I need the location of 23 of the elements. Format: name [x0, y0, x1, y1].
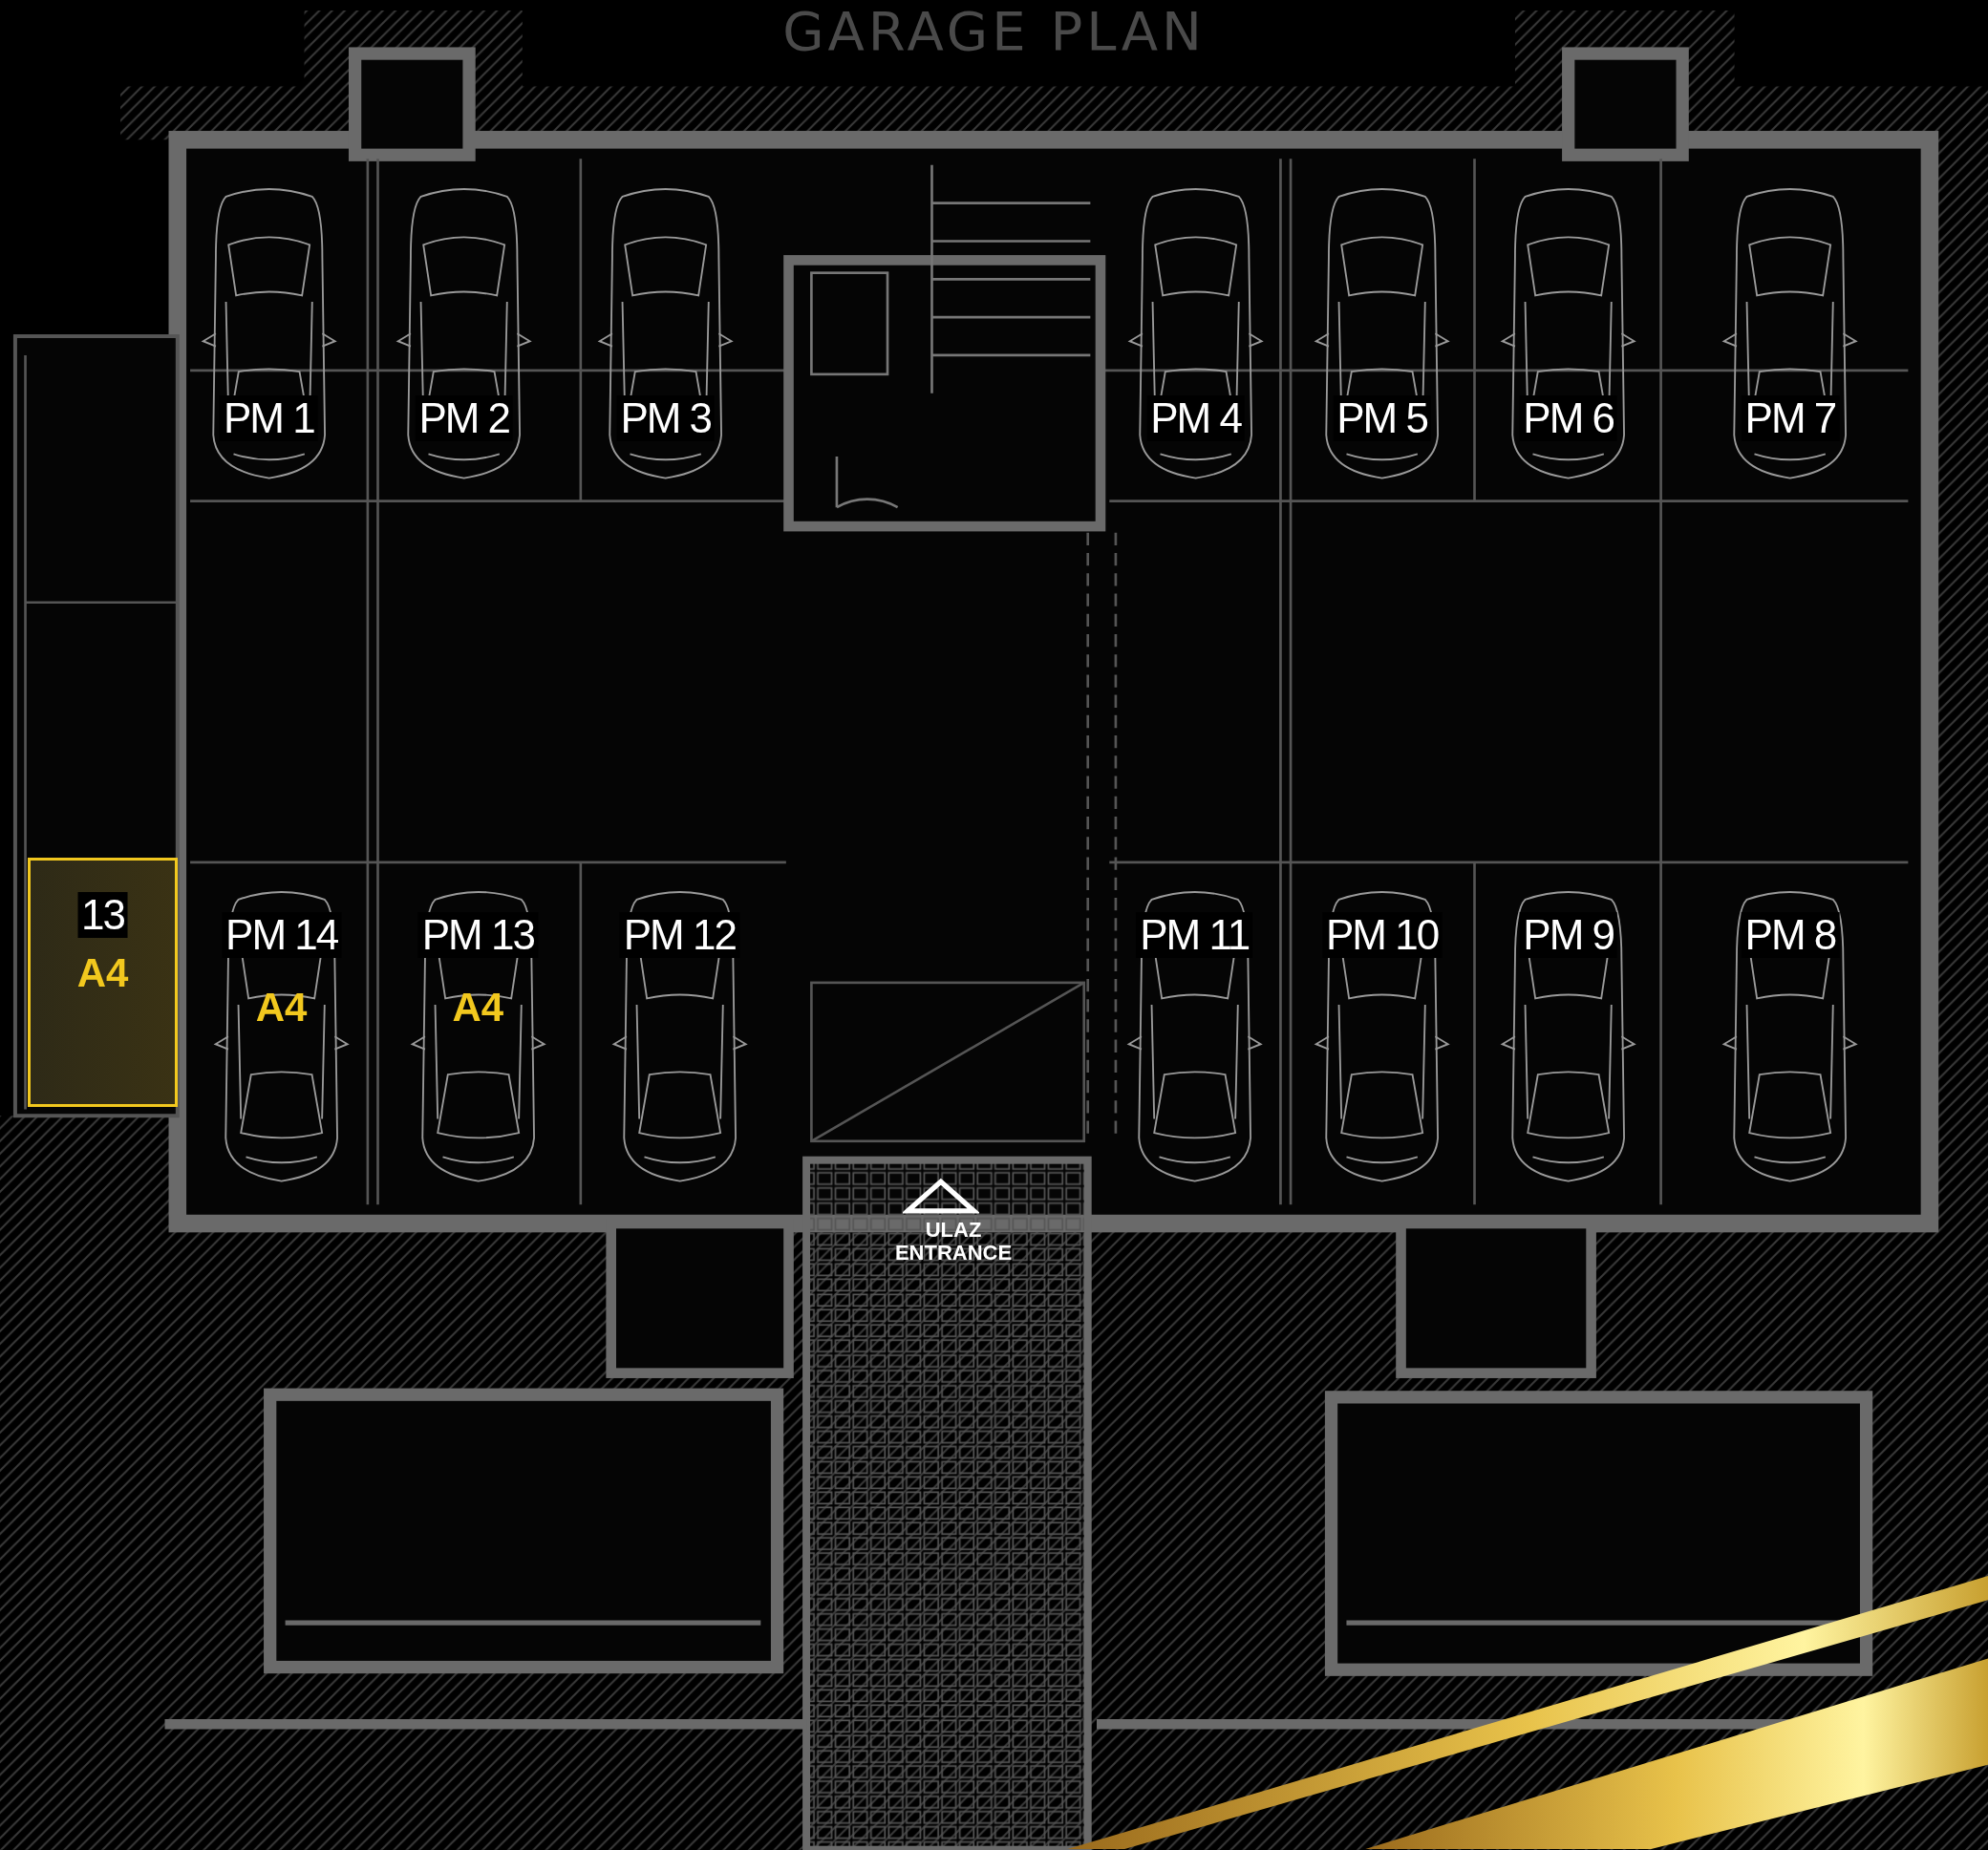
- parking-spot-label: PM 2: [415, 394, 514, 441]
- plan-title: GARAGE PLAN: [782, 0, 1206, 62]
- arrow-up-icon: [902, 1178, 979, 1214]
- storage-unit[interactable]: [28, 858, 178, 1107]
- apartment-tag: A4: [452, 985, 504, 1031]
- entrance-label: ENTRANCE: [894, 1242, 1013, 1264]
- parking-spot-label: PM 14: [222, 912, 342, 959]
- parking-spot-label: PM 8: [1741, 912, 1840, 959]
- parking-spot-label: PM 5: [1333, 394, 1431, 441]
- parking-spot-label: PM 11: [1136, 912, 1253, 959]
- parking-spot-label: PM 10: [1322, 912, 1443, 959]
- parking-spot-label: PM 12: [619, 912, 739, 959]
- parking-spot-label: PM 4: [1146, 394, 1245, 441]
- storage-number: 13: [77, 892, 128, 939]
- parking-spot-label: PM 13: [417, 912, 538, 959]
- parking-spot-label: PM 6: [1519, 394, 1618, 441]
- parking-spot-label: PM 1: [220, 394, 318, 441]
- apartment-tag: A4: [255, 985, 308, 1031]
- parking-spot-label: PM 7: [1741, 394, 1840, 441]
- parking-spot-label: PM 3: [616, 394, 716, 441]
- apartment-tag: A4: [76, 950, 129, 997]
- parking-spot-label: PM 9: [1519, 912, 1618, 959]
- entrance-label: ULAZ: [925, 1219, 982, 1241]
